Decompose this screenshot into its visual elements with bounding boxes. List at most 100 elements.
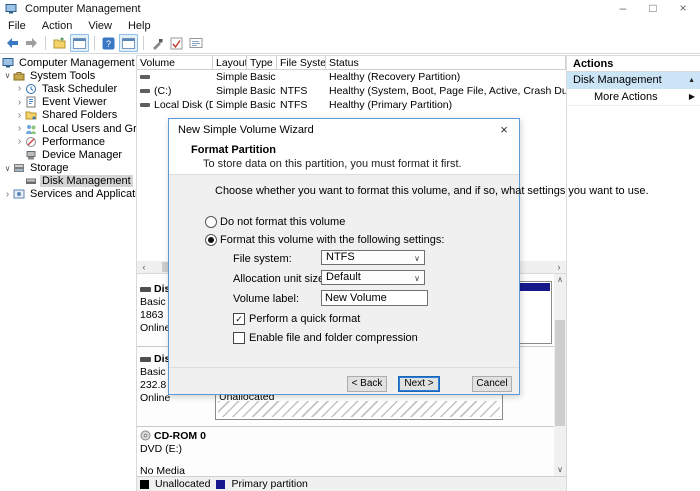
volume-row[interactable]: Simple Basic Healthy (Recovery Partition…	[137, 70, 566, 84]
column-header-status[interactable]: Status	[326, 56, 566, 70]
actions-disk-management[interactable]: Disk Management ▲	[567, 72, 700, 89]
scroll-left-icon[interactable]: ‹	[137, 261, 151, 273]
actions-panel: Actions Disk Management ▲ More Actions ▶	[567, 55, 700, 491]
disk-name: CD-ROM 0	[154, 431, 206, 441]
volume-row[interactable]: Local Disk (D:) Simple Basic NTFS Health…	[137, 98, 566, 112]
chevron-collapsed-icon[interactable]	[2, 189, 13, 200]
partition-legend: Unallocated Primary partition	[137, 476, 566, 491]
actions-more-actions[interactable]: More Actions ▶	[567, 89, 700, 106]
actions-item-label: More Actions	[594, 89, 658, 105]
quick-format-label[interactable]: Perform a quick format	[249, 313, 360, 325]
chevron-collapsed-icon[interactable]	[14, 110, 25, 121]
scroll-right-icon[interactable]: ›	[552, 261, 566, 273]
tree-item-system-tools[interactable]: System Tools	[0, 69, 136, 82]
allocation-unit-size-dropdown[interactable]: Default ∨	[321, 270, 425, 285]
volume-row[interactable]: (C:) Simple Basic NTFS Healthy (System, …	[137, 84, 566, 98]
radio-do-not-format-label[interactable]: Do not format this volume	[220, 216, 345, 228]
export-list-icon[interactable]	[51, 35, 68, 51]
tree-item-event-viewer[interactable]: Event Viewer	[0, 96, 136, 109]
chevron-collapsed-icon[interactable]	[14, 97, 25, 108]
unallocated-hatch	[218, 401, 500, 417]
tree-item-device-manager[interactable]: Device Manager	[0, 148, 136, 161]
check-item-icon[interactable]	[168, 35, 185, 51]
column-header-file-system[interactable]: File System	[277, 56, 326, 70]
chevron-collapsed-icon[interactable]	[14, 123, 25, 134]
close-button[interactable]: ×	[668, 0, 698, 18]
volume-label-input[interactable]	[321, 290, 428, 306]
radio-do-not-format[interactable]	[205, 216, 217, 228]
menu-view[interactable]: View	[86, 20, 120, 32]
app-icon	[5, 3, 17, 15]
dialog-close-icon[interactable]: ×	[489, 119, 519, 141]
actions-panel-title: Actions	[567, 55, 700, 72]
cdrom-label[interactable]: CD-ROM 0 DVD (E:) No Media	[140, 430, 216, 476]
compression-label[interactable]: Enable file and folder compression	[249, 332, 418, 344]
chevron-expanded-icon[interactable]	[2, 71, 13, 80]
back-button[interactable]: < Back	[347, 376, 387, 392]
show-console-tree-icon[interactable]	[70, 34, 89, 52]
show-action-pane-icon[interactable]	[119, 34, 138, 52]
next-button[interactable]: Next >	[398, 376, 440, 392]
tree-item-performance[interactable]: Performance	[0, 135, 136, 148]
compression-checkbox[interactable]	[233, 332, 245, 344]
volume-icon	[140, 103, 150, 107]
toolbar-separator	[45, 36, 46, 50]
wizard-header: Format Partition To store data on this p…	[169, 141, 519, 175]
tree-item-label: Local Users and Groups	[40, 123, 136, 135]
pointer-tool-icon[interactable]	[149, 35, 166, 51]
volume-file-system: NTFS	[277, 84, 326, 98]
tree-item-disk-management[interactable]: Disk Management	[0, 175, 136, 188]
properties-window-icon[interactable]	[187, 35, 204, 51]
chevron-collapsed-icon[interactable]	[14, 83, 25, 94]
menu-file[interactable]: File	[6, 20, 34, 32]
column-header-layout[interactable]: Layout	[213, 56, 247, 70]
task-scheduler-icon	[25, 83, 37, 95]
maximize-button[interactable]: □	[638, 0, 668, 18]
disk-icon	[140, 357, 151, 362]
scrollbar-thumb[interactable]	[555, 320, 565, 426]
volume-type: Basic	[247, 70, 277, 84]
new-simple-volume-wizard-dialog: New Simple Volume Wizard × Format Partit…	[168, 118, 520, 395]
volume-status: Healthy (Recovery Partition)	[326, 70, 566, 84]
volume-layout: Simple	[213, 98, 247, 112]
scroll-up-icon[interactable]: ∧	[554, 274, 566, 286]
radio-format-volume[interactable]	[205, 234, 217, 246]
cdrom-media: DVD (E:)	[140, 444, 216, 454]
tree-item-task-scheduler[interactable]: Task Scheduler	[0, 82, 136, 95]
volume-status: Healthy (Primary Partition)	[326, 98, 566, 112]
column-header-type[interactable]: Type	[247, 56, 277, 70]
computer-management-window: Computer Management – □ × File Action Vi…	[0, 0, 700, 491]
computer-icon	[2, 57, 14, 69]
back-icon[interactable]	[4, 35, 21, 51]
tree-item-label: Performance	[40, 136, 107, 148]
tree-item-local-users-and-groups[interactable]: Local Users and Groups	[0, 122, 136, 135]
vertical-scrollbar[interactable]: ∧ ∨	[554, 274, 566, 476]
primary-partition-legend-swatch	[216, 480, 225, 489]
dialog-title-bar[interactable]: New Simple Volume Wizard	[169, 119, 519, 141]
tree-item-storage[interactable]: Storage	[0, 162, 136, 175]
tree-item-label: Shared Folders	[40, 109, 119, 121]
menu-action[interactable]: Action	[40, 20, 81, 32]
tree-item-computer-management[interactable]: Computer Management (Local	[0, 56, 136, 69]
volume-icon	[140, 89, 150, 93]
chevron-collapsed-icon[interactable]	[14, 136, 25, 147]
tree-item-shared-folders[interactable]: Shared Folders	[0, 109, 136, 122]
scroll-down-icon[interactable]: ∨	[554, 464, 566, 476]
help-icon[interactable]: ?	[100, 35, 117, 51]
radio-format-volume-label[interactable]: Format this volume with the following se…	[220, 234, 444, 246]
toolbar: ?	[0, 33, 700, 54]
quick-format-checkbox[interactable]	[233, 313, 245, 325]
cancel-button[interactable]: Cancel	[472, 376, 512, 392]
menu-help[interactable]: Help	[126, 20, 159, 32]
tree-item-services-and-applications[interactable]: Services and Applications	[0, 188, 136, 201]
minimize-button[interactable]: –	[608, 0, 638, 18]
volume-list-header: Volume Layout Type File System Status	[137, 55, 566, 70]
column-header-volume[interactable]: Volume	[137, 56, 213, 70]
volume-status: Healthy (System, Boot, Page File, Active…	[326, 84, 566, 98]
forward-icon[interactable]	[23, 35, 40, 51]
collapse-icon[interactable]: ▲	[688, 72, 695, 89]
file-system-dropdown[interactable]: NTFS ∨	[321, 250, 425, 265]
chevron-expanded-icon[interactable]	[2, 164, 13, 173]
chevron-down-icon: ∨	[414, 252, 420, 265]
volume-label-label: Volume label:	[233, 293, 299, 305]
